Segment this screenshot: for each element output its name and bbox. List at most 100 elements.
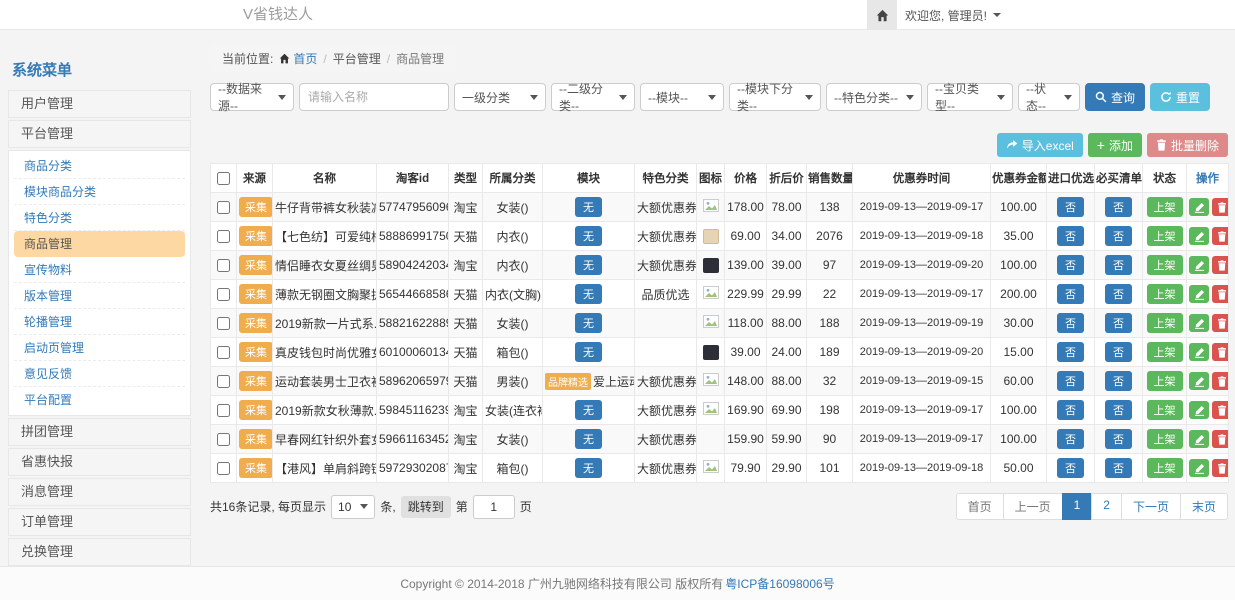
filter-item-type[interactable]: --宝贝类型--	[927, 83, 1013, 111]
filter-category-level1[interactable]: 一级分类	[454, 83, 546, 111]
import-select-toggle[interactable]: 否	[1057, 429, 1084, 449]
module-badge[interactable]: 无	[575, 284, 602, 304]
batch-delete-button[interactable]: 批量删除	[1147, 133, 1228, 157]
search-button[interactable]: 查询	[1085, 83, 1145, 111]
row-checkbox[interactable]	[217, 404, 230, 417]
status-button[interactable]: 上架	[1147, 226, 1183, 246]
edit-button[interactable]	[1189, 198, 1209, 216]
filter-module[interactable]: --模块--	[640, 83, 724, 111]
sidebar-subitem[interactable]: 平台配置	[14, 387, 185, 413]
filter-data-source[interactable]: --数据来源--	[210, 83, 294, 111]
sidebar-subitem[interactable]: 商品分类	[14, 153, 185, 179]
row-checkbox[interactable]	[217, 288, 230, 301]
row-checkbox[interactable]	[217, 346, 230, 359]
sidebar-subitem[interactable]: 轮播管理	[14, 309, 185, 335]
sidebar-subitem[interactable]: 宣传物料	[14, 257, 185, 283]
module-badge[interactable]: 无	[575, 429, 602, 449]
import-select-toggle[interactable]: 否	[1057, 255, 1084, 275]
delete-button[interactable]	[1212, 430, 1229, 448]
delete-button[interactable]	[1212, 459, 1229, 477]
pagination-prev[interactable]: 上一页	[1003, 493, 1063, 520]
status-button[interactable]: 上架	[1147, 342, 1183, 362]
delete-button[interactable]	[1212, 401, 1229, 419]
edit-button[interactable]	[1189, 256, 1209, 274]
edit-button[interactable]	[1189, 343, 1209, 361]
select-all-checkbox[interactable]	[217, 172, 230, 185]
sidebar-item[interactable]: 兑换管理	[8, 538, 191, 566]
must-buy-toggle[interactable]: 否	[1105, 458, 1132, 478]
delete-button[interactable]	[1212, 198, 1229, 216]
edit-button[interactable]	[1189, 285, 1209, 303]
edit-button[interactable]	[1189, 372, 1209, 390]
home-tab[interactable]	[867, 0, 897, 30]
sidebar-item[interactable]: 消息管理	[8, 478, 191, 506]
import-select-toggle[interactable]: 否	[1057, 284, 1084, 304]
sidebar-subitem[interactable]: 意见反馈	[14, 361, 185, 387]
module-badge[interactable]: 无	[575, 342, 602, 362]
status-button[interactable]: 上架	[1147, 371, 1183, 391]
add-button[interactable]: + 添加	[1088, 133, 1142, 157]
sidebar-item[interactable]: 用户管理	[8, 90, 191, 118]
must-buy-toggle[interactable]: 否	[1105, 197, 1132, 217]
module-badge[interactable]: 无	[575, 226, 602, 246]
filter-category-level2[interactable]: --二级分类--	[551, 83, 635, 111]
filter-module-sub[interactable]: --模块下分类--	[729, 83, 821, 111]
user-menu[interactable]: 欢迎您, 管理员!	[905, 0, 1001, 30]
module-badge[interactable]: 无	[575, 255, 602, 275]
must-buy-toggle[interactable]: 否	[1105, 284, 1132, 304]
sidebar-subitem[interactable]: 特色分类	[14, 205, 185, 231]
must-buy-toggle[interactable]: 否	[1105, 226, 1132, 246]
module-badge[interactable]: 无	[575, 313, 602, 333]
icp-link[interactable]: 粤ICP备16098006号	[725, 575, 834, 592]
module-badge[interactable]: 无	[575, 197, 602, 217]
pagination-next[interactable]: 下一页	[1121, 493, 1181, 520]
row-checkbox[interactable]	[217, 201, 230, 214]
must-buy-toggle[interactable]: 否	[1105, 429, 1132, 449]
sidebar-item[interactable]: 平台管理	[8, 120, 191, 148]
sidebar-item[interactable]: 拼团管理	[8, 418, 191, 446]
name-search-input[interactable]	[299, 83, 449, 111]
status-button[interactable]: 上架	[1147, 255, 1183, 275]
edit-button[interactable]	[1189, 430, 1209, 448]
import-select-toggle[interactable]: 否	[1057, 371, 1084, 391]
jump-button[interactable]: 跳转到	[401, 496, 451, 518]
pagination-first[interactable]: 首页	[956, 493, 1004, 520]
must-buy-toggle[interactable]: 否	[1105, 400, 1132, 420]
must-buy-toggle[interactable]: 否	[1105, 313, 1132, 333]
edit-button[interactable]	[1189, 314, 1209, 332]
status-button[interactable]: 上架	[1147, 458, 1183, 478]
sidebar-item[interactable]: 省惠快报	[8, 448, 191, 476]
filter-feature-category[interactable]: --特色分类--	[826, 83, 922, 111]
edit-button[interactable]	[1189, 459, 1209, 477]
status-button[interactable]: 上架	[1147, 197, 1183, 217]
status-button[interactable]: 上架	[1147, 284, 1183, 304]
delete-button[interactable]	[1212, 343, 1229, 361]
delete-button[interactable]	[1212, 285, 1229, 303]
breadcrumb-item[interactable]: 平台管理	[333, 50, 381, 67]
module-badge[interactable]: 无	[575, 400, 602, 420]
row-checkbox[interactable]	[217, 462, 230, 475]
status-button[interactable]: 上架	[1147, 400, 1183, 420]
import-select-toggle[interactable]: 否	[1057, 458, 1084, 478]
row-checkbox[interactable]	[217, 259, 230, 272]
jump-page-input[interactable]	[473, 495, 515, 519]
row-checkbox[interactable]	[217, 317, 230, 330]
status-button[interactable]: 上架	[1147, 313, 1183, 333]
module-badge[interactable]: 无	[575, 458, 602, 478]
sidebar-item-active[interactable]: 商品管理	[14, 231, 185, 257]
sidebar-item[interactable]: 订单管理	[8, 508, 191, 536]
import-select-toggle[interactable]: 否	[1057, 313, 1084, 333]
sidebar-subitem[interactable]: 版本管理	[14, 283, 185, 309]
pagination-page-1[interactable]: 1	[1062, 493, 1093, 520]
row-checkbox[interactable]	[217, 230, 230, 243]
must-buy-toggle[interactable]: 否	[1105, 371, 1132, 391]
row-checkbox[interactable]	[217, 433, 230, 446]
delete-button[interactable]	[1212, 372, 1229, 390]
row-checkbox[interactable]	[217, 375, 230, 388]
import-select-toggle[interactable]: 否	[1057, 226, 1084, 246]
sidebar-subitem[interactable]: 模块商品分类	[14, 179, 185, 205]
import-excel-button[interactable]: 导入excel	[997, 133, 1083, 157]
must-buy-toggle[interactable]: 否	[1105, 255, 1132, 275]
edit-button[interactable]	[1189, 401, 1209, 419]
per-page-select[interactable]: 10	[331, 495, 375, 519]
